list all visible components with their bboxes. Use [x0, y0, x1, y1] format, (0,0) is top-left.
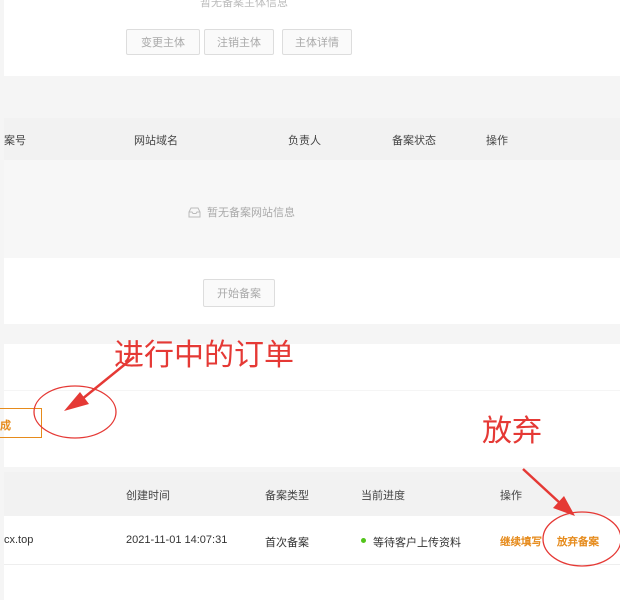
col-progress: 当前进度	[361, 490, 405, 502]
col-type: 备案类型	[265, 490, 309, 502]
col-record-no: 案号	[4, 135, 26, 147]
col-order-action: 操作	[500, 490, 522, 502]
empty-box-icon	[188, 205, 201, 223]
status-dot-icon	[361, 538, 366, 543]
col-domain: 网站域名	[134, 135, 178, 147]
order-domain: cx.top	[4, 534, 34, 546]
website-table-header: 案号 网站域名 负责人 备案状态 操作	[4, 118, 620, 160]
table-row: cx.top 2021-11-01 14:07:31 首次备案 等待客户上传资料…	[4, 516, 620, 565]
subject-empty-text: 暂无备案主体信息	[200, 0, 288, 9]
annotation-abandon: 放弃	[482, 415, 542, 448]
col-owner: 负责人	[288, 135, 321, 147]
continue-filling-link[interactable]: 继续填写	[500, 534, 542, 549]
website-empty-text: 暂无备案网站信息	[207, 207, 295, 219]
col-created: 创建时间	[126, 490, 170, 502]
subject-detail-button[interactable]: 主体详情	[282, 29, 352, 55]
col-action: 操作	[486, 135, 508, 147]
orders-table-header: 创建时间 备案类型 当前进度 操作	[4, 472, 620, 516]
start-filing-area: 开始备案	[4, 258, 620, 324]
website-table-body: 暂无备案网站信息	[4, 160, 620, 258]
order-type: 首次备案	[265, 537, 309, 549]
tab-in-progress[interactable]: 成	[0, 408, 42, 438]
order-created: 2021-11-01 14:07:31	[126, 534, 228, 546]
abandon-filing-link[interactable]: 放弃备案	[557, 534, 599, 549]
annotation-in-progress-orders: 进行中的订单	[114, 339, 294, 372]
cancel-subject-button[interactable]: 注销主体	[204, 29, 274, 55]
col-status: 备案状态	[392, 135, 436, 147]
start-filing-button[interactable]: 开始备案	[203, 279, 275, 307]
tab-in-progress-label: 成	[0, 420, 11, 432]
orders-header	[4, 344, 620, 390]
change-subject-button[interactable]: 变更主体	[126, 29, 200, 55]
subject-panel: 暂无备案主体信息 变更主体 注销主体 主体详情	[4, 0, 620, 76]
orders-table-bottom	[4, 565, 620, 600]
order-progress: 等待客户上传资料	[373, 537, 461, 549]
